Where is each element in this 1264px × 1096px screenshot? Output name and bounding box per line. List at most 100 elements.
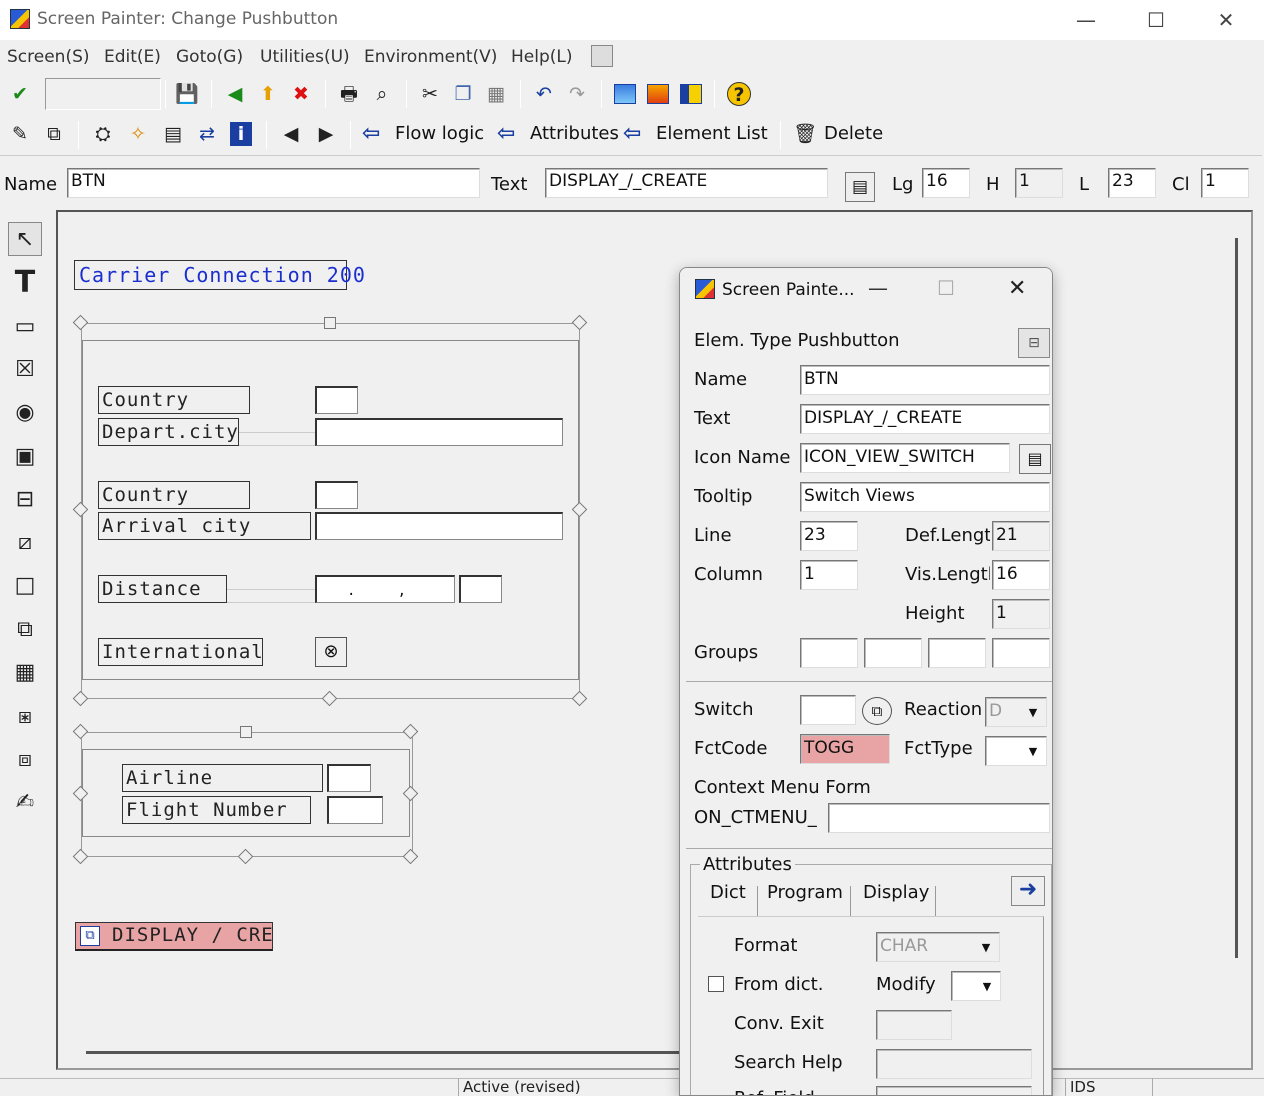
list-icon[interactable]: ▤: [845, 172, 875, 202]
country-input[interactable]: [315, 386, 358, 414]
box-tool-icon[interactable]: □: [8, 569, 42, 603]
save-icon[interactable]: 💾: [175, 82, 199, 106]
dialog-text-field[interactable]: DISPLAY_/_CREATE: [800, 404, 1050, 434]
previous-icon[interactable]: ◀: [279, 122, 303, 146]
icon-name-field[interactable]: ICON_VIEW_SWITCH: [800, 443, 1010, 473]
resize-handle[interactable]: [240, 726, 252, 738]
dict-fields-icon[interactable]: ▤: [161, 122, 185, 146]
status-icon-tool-icon[interactable]: ✍: [8, 786, 42, 820]
airline-input[interactable]: [327, 764, 371, 792]
trash-icon[interactable]: 🗑: [793, 122, 817, 146]
menu-screen[interactable]: Screen(S): [7, 47, 90, 67]
flight-number-label[interactable]: Flight Number: [122, 796, 311, 824]
vis-length-field[interactable]: 16: [992, 560, 1050, 590]
chevron-down-icon[interactable]: ▼: [979, 979, 995, 995]
layout-editor-icon[interactable]: ⧉: [42, 122, 66, 146]
context-menu-field[interactable]: [828, 803, 1050, 833]
subscreen-tool-icon[interactable]: ⧉: [8, 613, 42, 647]
fctcode-field[interactable]: TOGG: [800, 734, 890, 764]
dialog-close-button[interactable]: ✕: [1008, 276, 1026, 301]
shortcut-icon[interactable]: [680, 84, 702, 104]
depart-city-label[interactable]: Depart.city: [98, 418, 239, 446]
switch-lookup-icon[interactable]: ⧉: [862, 697, 892, 725]
radio-tool-icon[interactable]: ◉: [8, 396, 42, 430]
text-field[interactable]: DISPLAY_/_CREATE: [545, 168, 828, 198]
horizontal-scrollbar[interactable]: [86, 1051, 686, 1054]
menu-help[interactable]: Help(L): [511, 47, 573, 67]
close-button[interactable]: ✕: [1203, 6, 1249, 34]
dialog-minimize-button[interactable]: —: [868, 276, 888, 300]
from-dict-checkbox[interactable]: [708, 976, 724, 992]
custom-control-tool-icon[interactable]: ⧈: [8, 743, 42, 777]
checkbox-tool-icon[interactable]: ☒: [8, 353, 42, 387]
depart-city-input[interactable]: [315, 418, 563, 446]
command-field[interactable]: [45, 78, 161, 110]
icon-list-icon[interactable]: ▤: [1019, 444, 1051, 474]
help-icon[interactable]: ?: [727, 82, 751, 106]
tabstrip-tool-icon[interactable]: ⊟: [8, 483, 42, 517]
resize-handle[interactable]: [324, 317, 336, 329]
l-field[interactable]: 23: [1108, 168, 1156, 198]
menu-edit[interactable]: Edit(E): [104, 47, 161, 67]
next-icon[interactable]: ▶: [314, 122, 338, 146]
delete-button[interactable]: Delete: [824, 123, 883, 144]
hierarchy-icon[interactable]: ⛭: [91, 122, 115, 146]
pointer-tool-icon[interactable]: ↖: [8, 222, 42, 256]
arrival-city-label[interactable]: Arrival city: [98, 512, 311, 540]
table-control-tool-icon[interactable]: ▦: [8, 656, 42, 690]
lg-field[interactable]: 16: [922, 168, 970, 198]
exit-icon[interactable]: ⬆: [256, 82, 280, 106]
tab-program[interactable]: Program: [767, 882, 843, 903]
radio-button-icon[interactable]: ⊗: [315, 637, 347, 667]
check-icon[interactable]: ✔: [8, 82, 32, 106]
cl-field[interactable]: 1: [1201, 168, 1249, 198]
move-icon[interactable]: ⇄: [195, 122, 219, 146]
redo-icon[interactable]: ↷: [565, 82, 589, 106]
distance-label[interactable]: Distance: [98, 575, 227, 603]
tab-display[interactable]: Display: [863, 882, 929, 903]
column-field[interactable]: 1: [800, 560, 858, 590]
display-create-pushbutton[interactable]: ⧉ DISPLAY / CRE: [75, 922, 273, 951]
info-icon[interactable]: i: [230, 122, 252, 146]
arrow-right-icon[interactable]: ➜: [1011, 876, 1045, 906]
group-field-4[interactable]: [992, 638, 1050, 668]
paste-icon[interactable]: ▦: [484, 82, 508, 106]
dialog-maximize-button[interactable]: ☐: [937, 276, 955, 300]
country-input[interactable]: [315, 481, 358, 509]
magic-wand-icon[interactable]: ✧: [126, 122, 150, 146]
dialog-name-field[interactable]: BTN: [800, 365, 1050, 395]
chevron-down-icon[interactable]: ▼: [1025, 705, 1041, 721]
distance-input[interactable]: . ,: [315, 575, 455, 603]
airline-label[interactable]: Airline: [122, 764, 323, 792]
vertical-scrollbar[interactable]: [1235, 238, 1238, 958]
menu-environment[interactable]: Environment(V): [364, 47, 497, 67]
switch-field[interactable]: [800, 695, 856, 725]
group-field-3[interactable]: [928, 638, 986, 668]
input-field-tool-icon[interactable]: ▭: [8, 310, 42, 344]
pushbutton-tool-icon[interactable]: ▣: [8, 440, 42, 474]
chevron-down-icon[interactable]: ▼: [1025, 744, 1041, 760]
attributes-button[interactable]: Attributes: [530, 123, 619, 144]
country-label[interactable]: Country: [98, 386, 250, 414]
edit-layout-icon[interactable]: ✎: [8, 122, 32, 146]
customize-layout-icon[interactable]: [591, 45, 613, 67]
tabstrip-wizard-icon[interactable]: ⧄: [8, 526, 42, 560]
international-label[interactable]: International: [98, 638, 263, 666]
back-icon[interactable]: ◀: [223, 82, 247, 106]
menu-utilities[interactable]: Utilities(U): [260, 47, 350, 67]
country-label[interactable]: Country: [98, 481, 250, 509]
group-field-1[interactable]: [800, 638, 858, 668]
tooltip-field[interactable]: Switch Views: [800, 482, 1050, 512]
arrival-city-input[interactable]: [315, 512, 563, 540]
line-field[interactable]: 23: [800, 521, 858, 551]
minimize-button[interactable]: —: [1063, 6, 1109, 34]
chevron-down-icon[interactable]: ▼: [978, 940, 994, 956]
copy-icon[interactable]: ❐: [451, 82, 475, 106]
cancel-icon[interactable]: ✖: [289, 82, 313, 106]
layout-window-icon[interactable]: [614, 84, 636, 104]
carrier-connection-label[interactable]: Carrier Connection 200: [74, 260, 365, 290]
undo-icon[interactable]: ↶: [532, 82, 556, 106]
cut-icon[interactable]: ✂: [418, 82, 442, 106]
table-wizard-icon[interactable]: ⧆: [8, 700, 42, 734]
name-field[interactable]: BTN: [67, 168, 480, 198]
